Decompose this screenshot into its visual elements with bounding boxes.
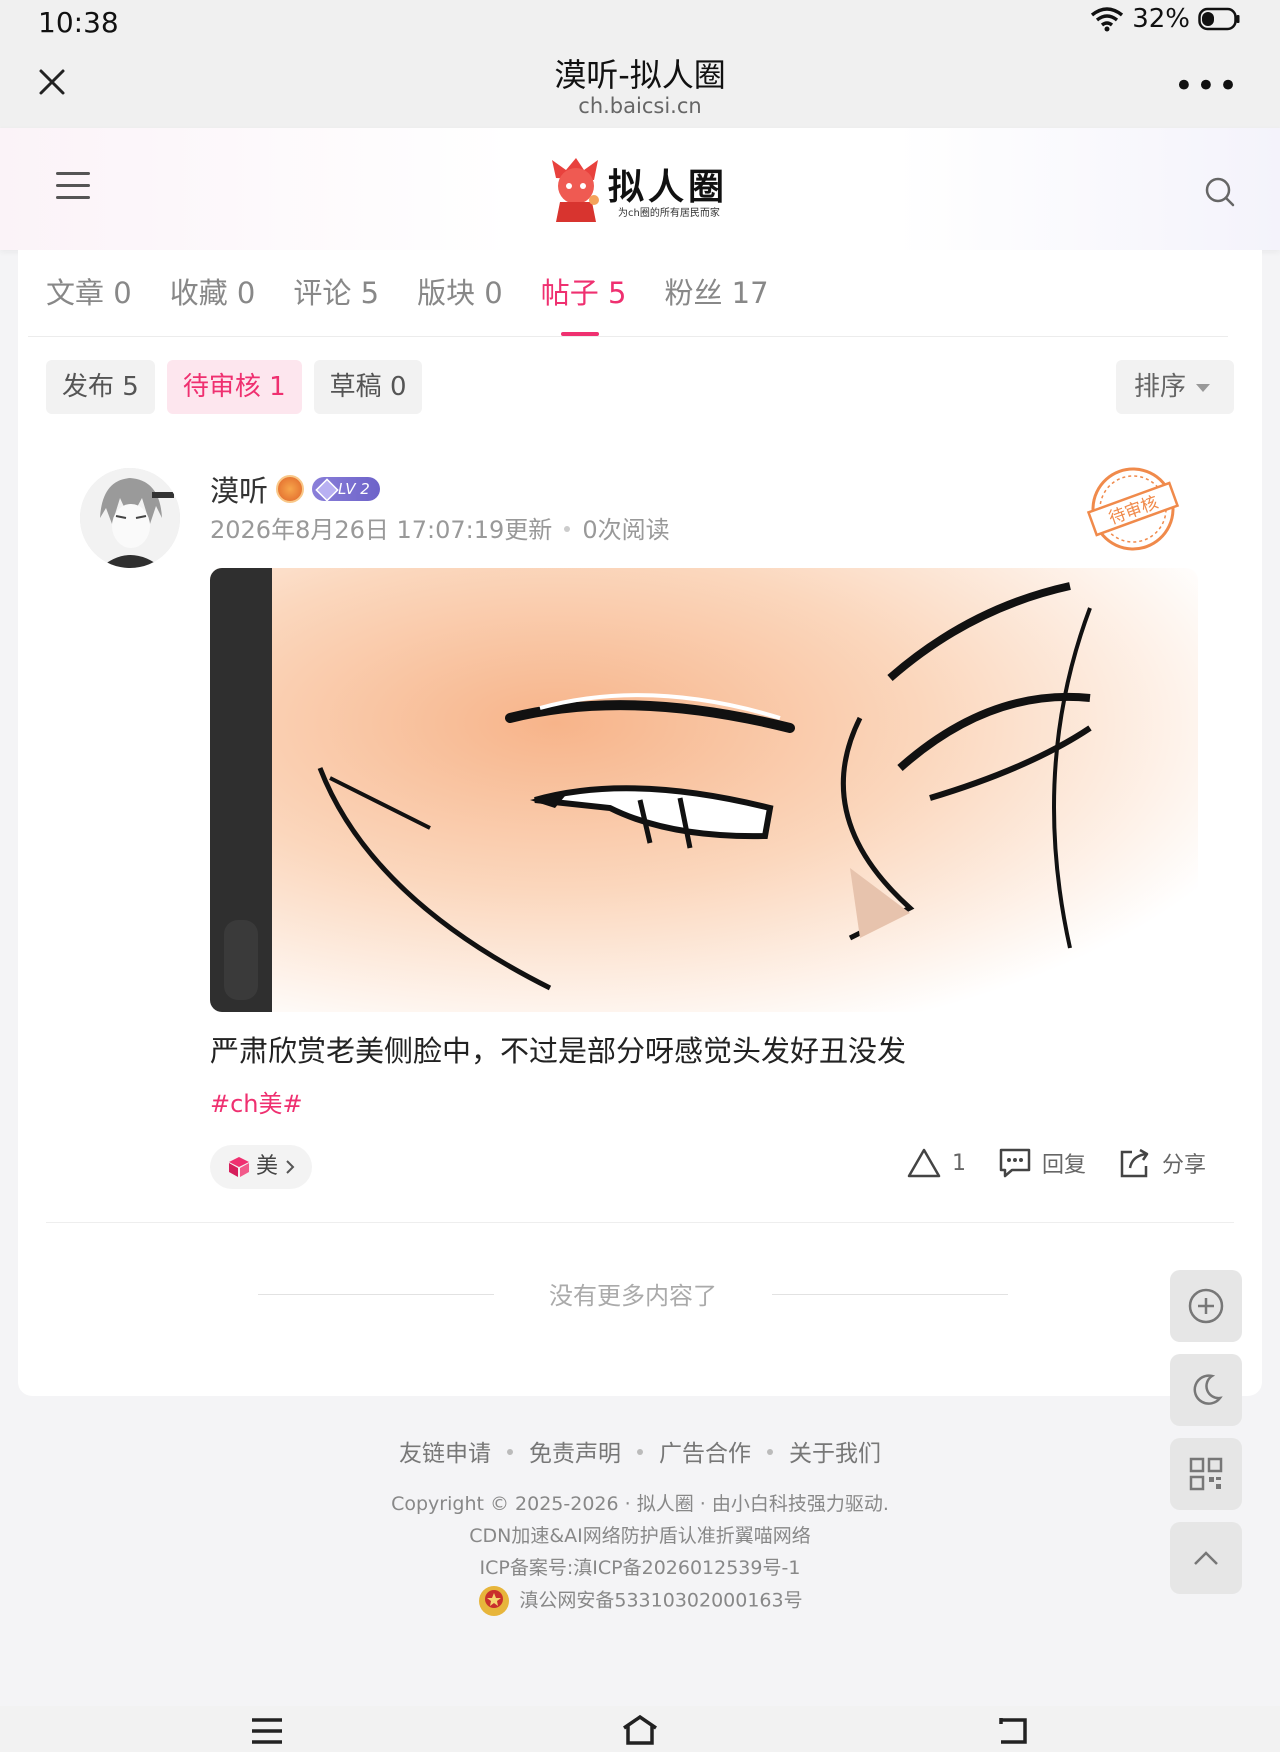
filter-published[interactable]: 发布 5 — [46, 360, 155, 414]
caret-down-icon — [1196, 383, 1210, 392]
site-logo[interactable]: 拟人圈 为ch圈的所有居民而家 — [548, 156, 748, 226]
tab-articles[interactable]: 文章 0 — [46, 270, 132, 312]
browser-toolbar: 漠听-拟人圈 ch.baicsi.cn ••• — [0, 44, 1280, 128]
tab-comments[interactable]: 评论 5 — [293, 270, 379, 312]
tab-posts[interactable]: 帖子 5 — [541, 270, 626, 336]
footer-copyright: Copyright © 2025-2026 · 拟人圈 · 由小白科技强力驱动. — [391, 1493, 889, 1515]
share-icon — [1120, 1148, 1149, 1178]
post-title[interactable]: 严肃欣赏老美侧脸中，不过是部分呀感觉头发好丑没发 — [210, 1028, 906, 1070]
category-label: 美 — [256, 1154, 279, 1179]
pending-stamp-icon: 待审核 — [1086, 467, 1180, 551]
avatar-image — [80, 468, 180, 568]
reply-button[interactable]: 回复 — [998, 1147, 1086, 1179]
browser-title: 漠听-拟人圈 — [554, 56, 726, 94]
logo-text: 拟人圈 — [608, 166, 729, 208]
footer-link-ads[interactable]: 广告合作 — [659, 1441, 751, 1467]
sort-dropdown[interactable]: 排序 — [1115, 360, 1234, 414]
chevron-right-icon — [286, 1160, 295, 1174]
post-author: 漠听 LV 2 — [210, 468, 380, 510]
filter-pending[interactable]: 待审核 1 — [166, 360, 302, 414]
site-footer: 友链申请 免责声明 广告合作 关于我们 Copyright © 2025-2026 ·… — [0, 1434, 1280, 1618]
post-status-filters: 发布 5 待审核 1 草稿 0 — [46, 360, 423, 414]
post-actions: 1 回复 分享 — [906, 1146, 1206, 1180]
footer-link-disclaimer[interactable]: 免责声明 — [529, 1441, 621, 1467]
divider — [28, 336, 1228, 337]
battery-icon — [1198, 7, 1240, 31]
footer-cdn: CDN加速&AI网络防护盾认准折翼喵网络 — [469, 1525, 811, 1547]
logo-subtitle: 为ch圈的所有居民而家 — [618, 208, 720, 219]
like-button[interactable]: 1 — [906, 1147, 966, 1179]
dark-mode-button[interactable] — [1170, 1354, 1242, 1426]
wifi-icon — [1091, 7, 1124, 32]
comment-icon — [999, 1148, 1031, 1178]
share-label: 分享 — [1161, 1153, 1206, 1178]
author-name[interactable]: 漠听 — [210, 468, 268, 510]
search-icon[interactable] — [1204, 176, 1236, 208]
share-button[interactable]: 分享 — [1118, 1146, 1206, 1180]
triangle-icon — [907, 1148, 941, 1178]
tab-boards[interactable]: 版块 0 — [417, 270, 503, 312]
status-right: 32% — [1090, 4, 1240, 34]
drawing-image — [210, 568, 1198, 1012]
level-badge: LV 2 — [312, 477, 380, 501]
back-icon[interactable] — [995, 1714, 1029, 1746]
filter-drafts[interactable]: 草稿 0 — [313, 360, 423, 414]
footer-police[interactable]: 滇公网安备53310302000163号 — [0, 1584, 1280, 1618]
footer-links: 友链申请 免责声明 广告合作 关于我们 — [0, 1434, 1280, 1468]
post-image[interactable] — [210, 568, 1198, 1012]
divider — [46, 1222, 1234, 1223]
tab-favorites[interactable]: 收藏 0 — [170, 270, 256, 312]
home-icon[interactable] — [620, 1714, 660, 1746]
post-views: 0次阅读 — [582, 516, 670, 544]
add-post-button[interactable] — [1170, 1270, 1242, 1342]
category-chip[interactable]: 美 — [210, 1145, 313, 1189]
status-time: 10:38 — [38, 6, 119, 39]
browser-url: ch.baicsi.cn — [578, 94, 702, 118]
medal-icon — [276, 475, 305, 503]
like-count: 1 — [951, 1150, 966, 1176]
profile-tabs: 文章 0 收藏 0 评论 5 版块 0 帖子 5 粉丝 17 — [46, 270, 807, 336]
post-updated: 2026年8月26日 17:07:19更新 — [210, 516, 553, 544]
profile-card: 文章 0 收藏 0 评论 5 版块 0 帖子 5 粉丝 17 发布 5 待审核 … — [18, 250, 1262, 1396]
battery-percent: 32% — [1132, 4, 1190, 34]
more-icon[interactable]: ••• — [1174, 66, 1240, 106]
footer-link-friend[interactable]: 友链申请 — [399, 1441, 491, 1467]
site-header: 拟人圈 为ch圈的所有居民而家 — [0, 128, 1280, 250]
no-more-content: 没有更多内容了 — [258, 1274, 1008, 1314]
footer-link-about[interactable]: 关于我们 — [789, 1441, 881, 1467]
tab-fans[interactable]: 粉丝 17 — [664, 270, 768, 312]
footer-icp[interactable]: ICP备案号:滇ICP备2026012539号-1 — [0, 1552, 1280, 1584]
system-nav-bar — [0, 1706, 1280, 1752]
reply-label: 回复 — [1041, 1153, 1086, 1178]
avatar[interactable] — [80, 468, 180, 568]
post-tag[interactable]: #ch美# — [210, 1084, 303, 1119]
menu-icon[interactable] — [250, 1716, 284, 1746]
cube-icon — [229, 1157, 249, 1177]
plus-circle-icon — [1188, 1288, 1224, 1324]
menu-icon[interactable] — [56, 172, 90, 200]
post-meta: 2026年8月26日 17:07:19更新 0次阅读 — [210, 510, 670, 545]
police-emblem-icon — [479, 1586, 510, 1616]
mascot-icon — [552, 158, 599, 222]
status-bar: 10:38 32% — [0, 0, 1280, 44]
moon-icon — [1193, 1374, 1223, 1405]
